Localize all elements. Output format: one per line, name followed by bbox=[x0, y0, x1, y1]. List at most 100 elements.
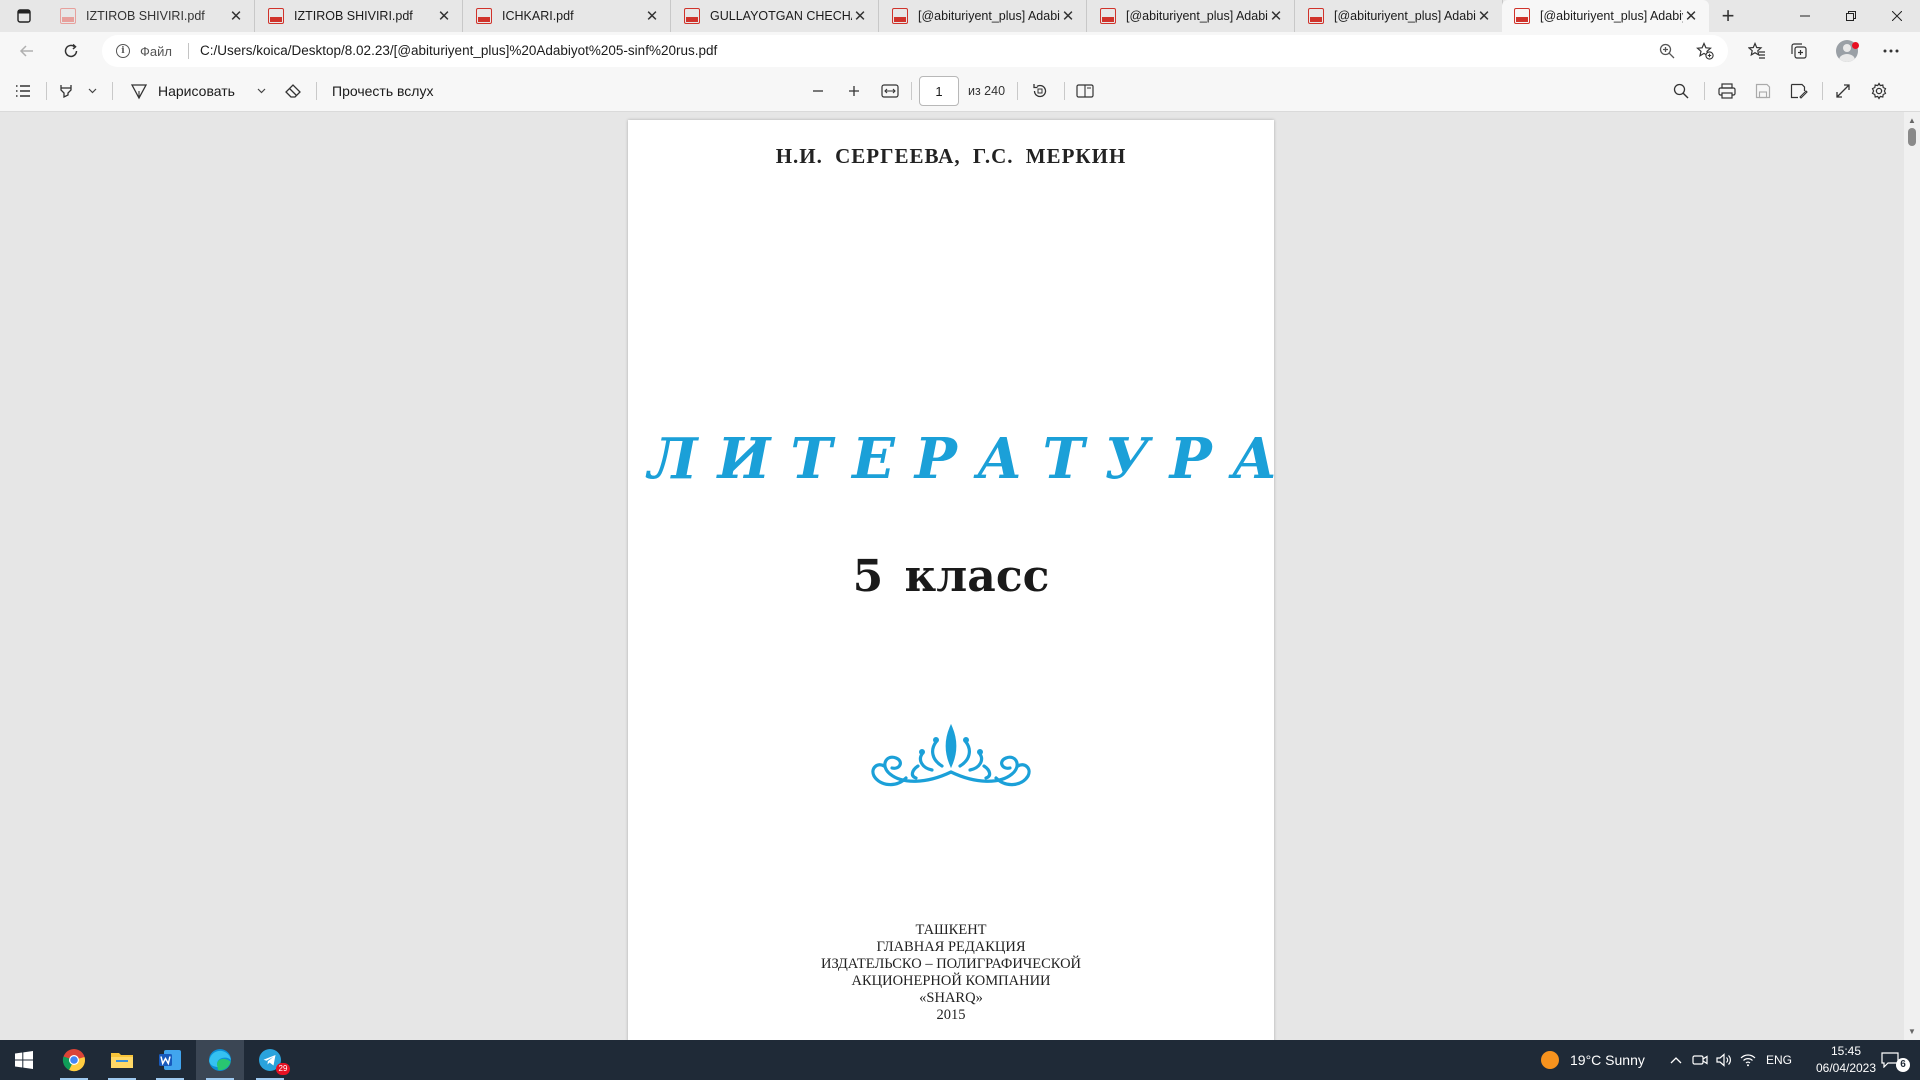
close-icon[interactable]: ✕ bbox=[1683, 8, 1699, 25]
tab-6[interactable]: [@abituriyent_plus] Adabiyot ✕ bbox=[1088, 0, 1295, 32]
close-icon[interactable]: ✕ bbox=[228, 8, 244, 25]
tab-actions-icon bbox=[17, 9, 31, 23]
book-authors: Н.И. СЕРГЕЕВА, Г.С. МЕРКИН bbox=[775, 144, 1127, 168]
back-arrow-icon bbox=[19, 45, 33, 57]
vertical-scrollbar[interactable]: ▲ ▼ bbox=[1904, 112, 1920, 1040]
divider bbox=[1064, 82, 1065, 100]
save-icon bbox=[1755, 83, 1771, 99]
close-icon[interactable]: ✕ bbox=[644, 8, 660, 25]
taskbar-chrome[interactable] bbox=[50, 1040, 98, 1080]
new-tab-button[interactable]: + bbox=[1714, 2, 1742, 30]
close-icon bbox=[1892, 11, 1902, 21]
find-button[interactable] bbox=[1668, 78, 1694, 104]
restore-icon bbox=[1846, 11, 1856, 21]
close-icon[interactable]: ✕ bbox=[436, 8, 452, 25]
fit-to-width-button[interactable] bbox=[877, 78, 903, 104]
draw-options-dropdown[interactable] bbox=[253, 78, 269, 104]
full-screen-button[interactable] bbox=[1830, 78, 1856, 104]
pdf-file-icon bbox=[268, 8, 284, 24]
favorites-icon bbox=[1748, 42, 1765, 59]
scroll-up-arrow[interactable]: ▲ bbox=[1904, 113, 1920, 127]
draw-button[interactable]: Нарисовать bbox=[130, 78, 248, 104]
page-number-input[interactable]: 1 bbox=[919, 76, 959, 106]
taskbar: 29 19°C Sunny ENG 15:45 06/04/2023 6 bbox=[0, 1040, 1920, 1080]
scroll-down-arrow[interactable]: ▼ bbox=[1904, 1024, 1920, 1038]
close-icon[interactable]: ✕ bbox=[1060, 8, 1076, 25]
pdf-viewer[interactable]: Н.И. СЕРГЕЕВА, Г.С. МЕРКИН ЛИТЕРАТУРА 5 … bbox=[0, 112, 1920, 1040]
volume-button[interactable] bbox=[1714, 1050, 1734, 1070]
erase-button[interactable] bbox=[280, 78, 306, 104]
rotate-button[interactable] bbox=[1027, 78, 1053, 104]
taskbar-word[interactable] bbox=[146, 1040, 194, 1080]
clock[interactable]: 15:45 06/04/2023 bbox=[1808, 1043, 1884, 1077]
show-hidden-icons-button[interactable] bbox=[1666, 1050, 1686, 1070]
edge-icon bbox=[209, 1049, 231, 1071]
profile-button[interactable] bbox=[1832, 37, 1862, 65]
favorites-button[interactable] bbox=[1742, 37, 1772, 65]
book-title: ЛИТЕРАТУРА bbox=[648, 426, 1298, 492]
start-button[interactable] bbox=[0, 1040, 48, 1080]
weather-widget[interactable] bbox=[1540, 1050, 1560, 1070]
contents-button[interactable] bbox=[10, 78, 36, 104]
pdf-settings-button[interactable] bbox=[1866, 78, 1892, 104]
tab-3[interactable]: ICHKARI.pdf ✕ bbox=[464, 0, 671, 32]
omnibox[interactable]: i Файл C:/Users/koica/Desktop/8.02.23/[@… bbox=[102, 35, 1728, 67]
tab-7[interactable]: [@abituriyent_plus] Adabiyot ✕ bbox=[1296, 0, 1503, 32]
windows-logo-icon bbox=[15, 1051, 33, 1069]
collections-button[interactable] bbox=[1784, 37, 1814, 65]
tab-5[interactable]: [@abituriyent_plus] Adabiyot ✕ bbox=[880, 0, 1087, 32]
close-window-button[interactable] bbox=[1874, 0, 1920, 32]
tab-8-active[interactable]: [@abituriyent_plus] Adabiyot ✕ bbox=[1502, 0, 1709, 32]
imprint-city: ТАШКЕНТ bbox=[915, 922, 987, 938]
highlight-options-dropdown[interactable] bbox=[84, 78, 100, 104]
save-as-button[interactable] bbox=[1786, 78, 1812, 104]
pen-icon bbox=[130, 84, 148, 100]
refresh-icon bbox=[64, 43, 78, 58]
minimize-button[interactable] bbox=[1782, 0, 1828, 32]
printer-icon bbox=[1718, 83, 1736, 99]
pdf-toolbar: Нарисовать Прочесть вслух 1 из 240 bbox=[0, 70, 1920, 112]
wifi-icon bbox=[1740, 1054, 1756, 1067]
weather-text[interactable]: 19°C Sunny bbox=[1570, 1040, 1645, 1080]
divider bbox=[1822, 82, 1823, 100]
zoom-in-button[interactable] bbox=[842, 78, 866, 104]
taskbar-edge[interactable] bbox=[196, 1040, 244, 1080]
close-icon[interactable]: ✕ bbox=[1476, 8, 1492, 25]
meet-now-button[interactable] bbox=[1690, 1050, 1710, 1070]
back-button[interactable] bbox=[12, 37, 42, 65]
pdf-file-icon bbox=[476, 8, 492, 24]
zoom-out-button[interactable] bbox=[806, 78, 830, 104]
input-language[interactable]: ENG bbox=[1766, 1040, 1792, 1080]
tab-2[interactable]: IZTIROB SHIVIRI.pdf ✕ bbox=[256, 0, 463, 32]
ornament-icon bbox=[871, 723, 1031, 787]
save-button[interactable] bbox=[1750, 78, 1776, 104]
network-button[interactable] bbox=[1738, 1050, 1758, 1070]
pdf-page: Н.И. СЕРГЕЕВА, Г.С. МЕРКИН ЛИТЕРАТУРА 5 … bbox=[628, 120, 1298, 1040]
add-favorite-button[interactable] bbox=[1692, 39, 1718, 63]
page-view-button[interactable] bbox=[1072, 78, 1098, 104]
settings-more-button[interactable] bbox=[1876, 37, 1906, 65]
print-button[interactable] bbox=[1714, 78, 1740, 104]
restore-button[interactable] bbox=[1828, 0, 1874, 32]
address-bar: i Файл C:/Users/koica/Desktop/8.02.23/[@… bbox=[0, 32, 1920, 70]
close-icon[interactable]: ✕ bbox=[1268, 8, 1284, 25]
taskbar-telegram[interactable]: 29 bbox=[246, 1040, 294, 1080]
zoom-button[interactable] bbox=[1654, 39, 1680, 63]
tab-1[interactable]: IZTIROB SHIVIRI.pdf ✕ bbox=[48, 0, 255, 32]
read-aloud-button[interactable]: Прочесть вслух bbox=[332, 78, 442, 104]
url-text[interactable]: C:/Users/koica/Desktop/8.02.23/[@abituri… bbox=[200, 35, 717, 67]
star-add-icon bbox=[1696, 42, 1714, 60]
close-icon[interactable]: ✕ bbox=[852, 8, 868, 25]
clock-time: 15:45 bbox=[1830, 1044, 1862, 1058]
tab-4[interactable]: GULLAYOTGAN CHECHAKLAR ✕ bbox=[672, 0, 879, 32]
save-as-icon bbox=[1790, 83, 1808, 99]
imprint-line: ИЗДАТЕЛЬСКО – ПОЛИГРАФИЧЕСКОЙ bbox=[820, 956, 1082, 972]
pdf-file-icon bbox=[1514, 8, 1530, 24]
highlight-button[interactable] bbox=[54, 78, 78, 104]
refresh-button[interactable] bbox=[56, 37, 86, 65]
scrollbar-thumb[interactable] bbox=[1908, 128, 1916, 146]
plus-icon: + bbox=[1721, 3, 1735, 28]
tab-actions-button[interactable] bbox=[8, 3, 40, 29]
taskbar-file-explorer[interactable] bbox=[98, 1040, 146, 1080]
site-info[interactable]: i Файл bbox=[116, 35, 172, 67]
